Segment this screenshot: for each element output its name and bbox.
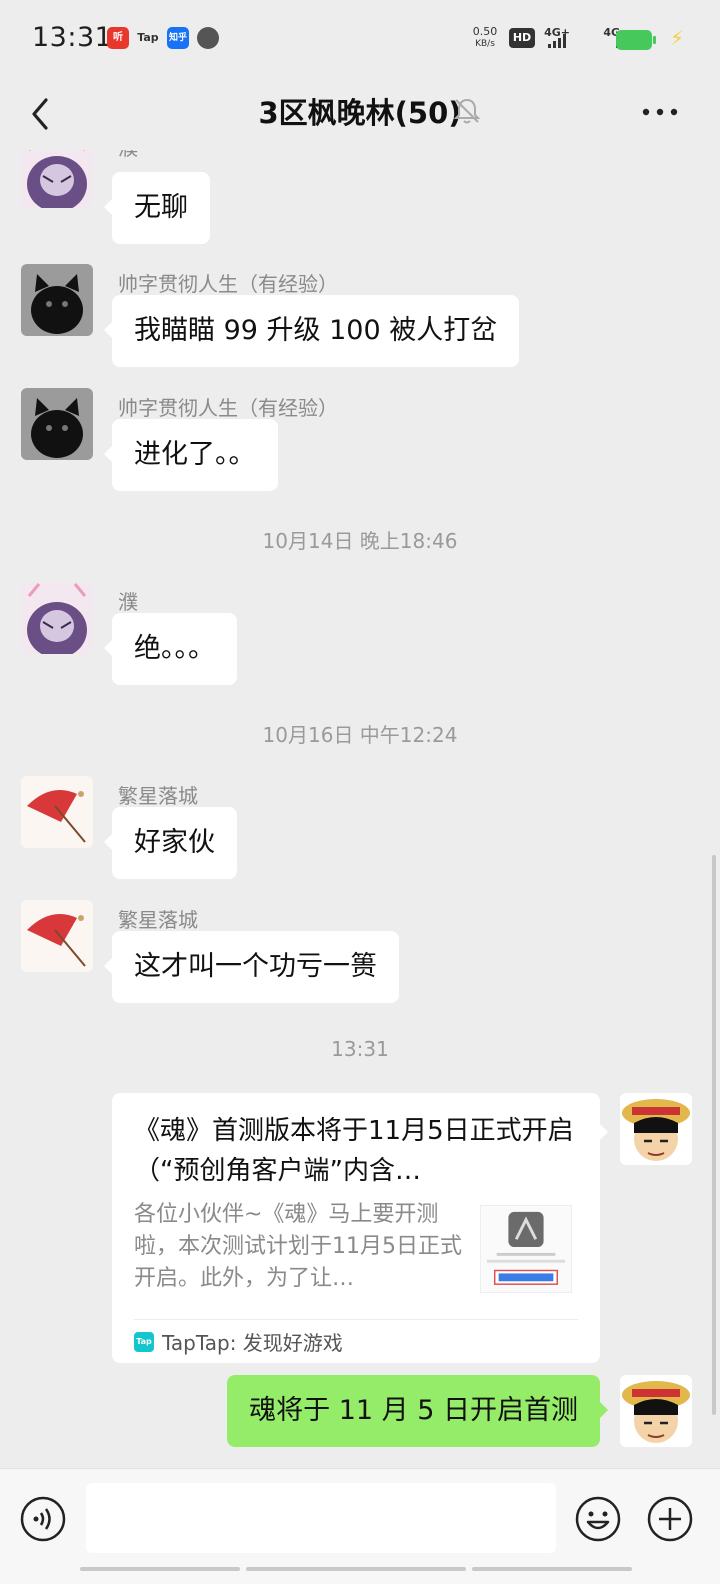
taptap-app-icon: Tap xyxy=(137,31,159,44)
chat-scrollbar[interactable] xyxy=(712,855,716,1415)
avatar[interactable] xyxy=(21,150,93,208)
voice-input-icon[interactable] xyxy=(20,1496,66,1542)
chat-title[interactable]: 3区枫晚林(50) xyxy=(258,90,461,132)
sender-name: 繁星落城 xyxy=(118,784,198,808)
timestamp: 10月14日 晚上18:46 xyxy=(262,529,458,553)
own-avatar[interactable] xyxy=(620,1093,692,1165)
add-more-icon[interactable] xyxy=(647,1496,693,1542)
message-bubble[interactable]: 进化了。。 xyxy=(104,419,278,491)
avatar[interactable] xyxy=(21,388,93,460)
battery-icon xyxy=(616,30,656,50)
message-bubble[interactable]: 我瞄瞄 99 升级 100 被人打岔 xyxy=(103,295,520,367)
message-bubble[interactable]: 无聊 xyxy=(104,172,210,244)
sender-name: 帅字贯彻人生（有经验） xyxy=(118,396,338,420)
avatar[interactable] xyxy=(21,264,93,336)
avatar[interactable] xyxy=(21,900,93,972)
link-card-title: 《魂》首测版本将于11月5日正式开启（“预创角客户端”内含… xyxy=(134,1116,574,1186)
link-card-thumbnail xyxy=(480,1205,572,1293)
link-card-description: 各位小伙伴~《魂》马上要开测啦，本次测试计划于11月5日正式开启。此外，为了让… xyxy=(134,1202,462,1291)
sender-name: 濮 xyxy=(118,150,138,161)
message-input[interactable] xyxy=(86,1483,556,1553)
message-bubble[interactable]: 好家伙 xyxy=(104,807,237,879)
misc-app-icon xyxy=(197,27,219,49)
avatar[interactable] xyxy=(21,582,93,654)
nav-bar: 3区枫晚林(50) xyxy=(0,78,720,150)
chat-message-list[interactable]: 濮 无聊 帅字贯彻人生（有经验） 我瞄瞄 99 升级 100 被人打岔 帅字贯彻… xyxy=(0,150,720,1482)
status-bar: 13:31 听 Tap 知乎 0.50 KB/s HD 4G+ 4G ⚡ xyxy=(0,0,720,78)
timestamp: 10月16日 中午12:24 xyxy=(262,723,458,747)
link-card-source-label: TapTap: 发现好游戏 xyxy=(162,1331,343,1355)
sim1-signal-icon xyxy=(548,34,566,48)
taptap-logo-icon: Tap xyxy=(134,1331,154,1352)
own-avatar[interactable] xyxy=(620,1375,692,1447)
emoji-icon[interactable] xyxy=(575,1496,621,1542)
status-time: 13:31 xyxy=(32,22,113,53)
charging-icon: ⚡ xyxy=(669,26,684,50)
timestamp: 13:31 xyxy=(331,1037,389,1061)
hd-badge: HD xyxy=(509,28,535,48)
message-bubble[interactable]: 这才叫一个功亏一篑 xyxy=(104,931,399,1003)
nav-gesture-bar xyxy=(472,1567,632,1571)
net-speed: 0.50 KB/s xyxy=(465,26,505,50)
avatar[interactable] xyxy=(21,776,93,848)
ting-app-icon: 听 xyxy=(107,27,129,49)
nav-gesture-bar xyxy=(80,1567,240,1571)
input-bar xyxy=(0,1468,720,1584)
zhihu-app-icon: 知乎 xyxy=(167,27,189,49)
sender-name: 濮 xyxy=(118,590,138,614)
sender-name: 帅字贯彻人生（有经验） xyxy=(118,272,338,296)
message-bubble[interactable]: 绝。。。 xyxy=(104,613,237,685)
link-card-source: Tap TapTap: 发现好游戏 xyxy=(134,1319,578,1363)
net-speed-value: 0.50 xyxy=(472,25,498,38)
nav-gesture-bar xyxy=(246,1567,466,1571)
own-message-bubble[interactable]: 魂将于 11 月 5 日开启首测 xyxy=(227,1375,608,1447)
mute-bell-icon xyxy=(453,98,481,124)
net-speed-unit: KB/s xyxy=(475,39,495,49)
sender-name: 繁星落城 xyxy=(118,908,198,932)
shared-link-card[interactable]: 《魂》首测版本将于11月5日正式开启（“预创角客户端”内含… 各位小伙伴~《魂》… xyxy=(112,1093,608,1363)
more-options-icon[interactable] xyxy=(640,96,680,128)
